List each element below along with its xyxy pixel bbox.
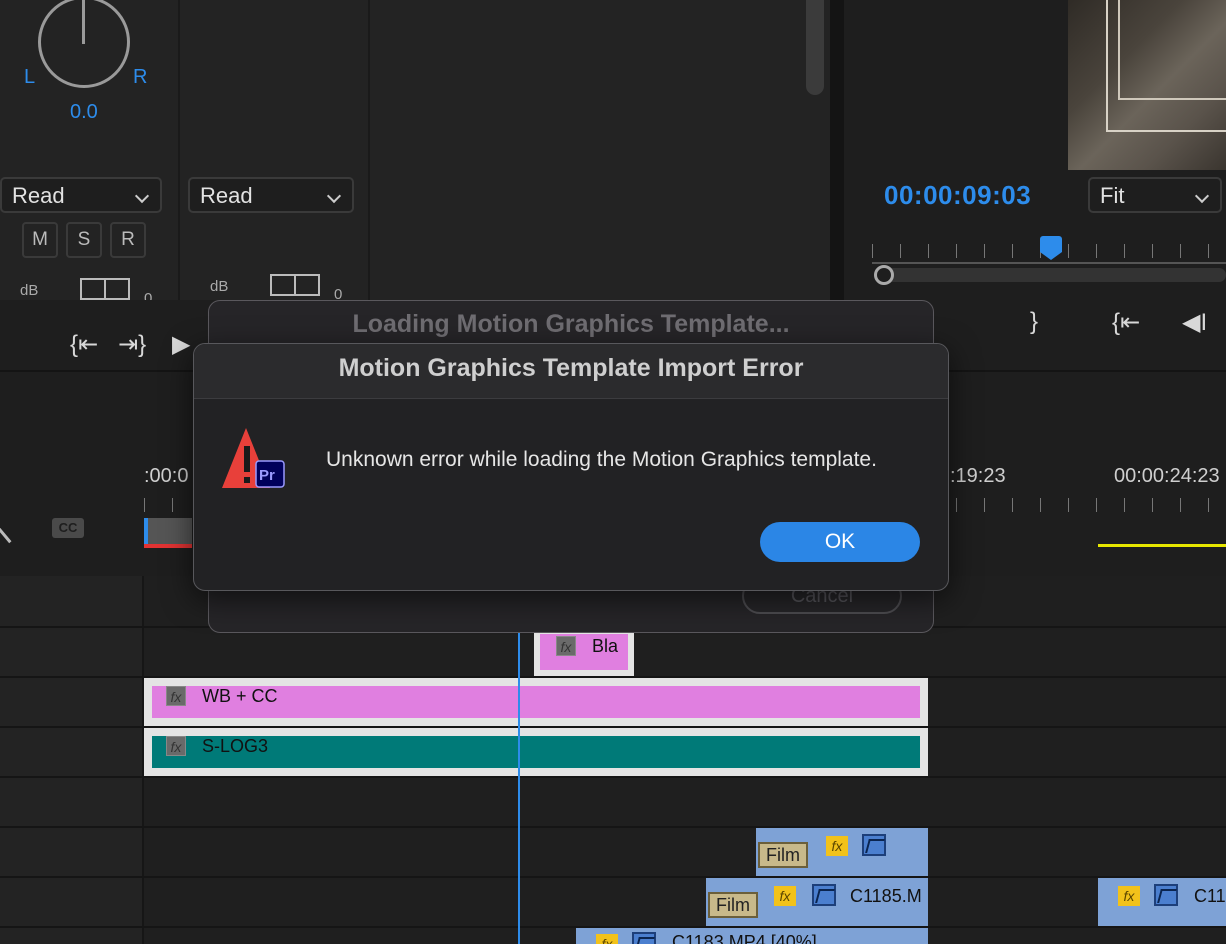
- transform-icon: [862, 834, 886, 856]
- mute-button[interactable]: M: [22, 222, 58, 258]
- clip-label: WB + CC: [202, 686, 278, 706]
- loading-dialog-title: Loading Motion Graphics Template...: [352, 310, 790, 338]
- clip-label: C1185.M: [850, 886, 922, 906]
- program-monitor-frame: [1068, 0, 1226, 170]
- fx-icon: fx: [1118, 886, 1140, 906]
- pan-right-label: R: [133, 66, 148, 88]
- mixer-scrollbar[interactable]: [806, 0, 824, 95]
- panel-separator: [830, 0, 844, 300]
- step-back-icon[interactable]: ◀I: [1182, 308, 1207, 337]
- pan-knob-indicator: [82, 0, 85, 44]
- ok-button[interactable]: OK: [760, 522, 920, 562]
- automation-mode-value: Read: [12, 183, 65, 208]
- timeline-ruler-label: :00:0: [144, 465, 189, 487]
- film-tag: Film: [708, 892, 758, 918]
- captions-icon[interactable]: CC: [52, 518, 84, 538]
- timeline-clip-wb-cc[interactable]: fx WB + CC: [144, 678, 928, 726]
- render-bar-red: [144, 544, 192, 548]
- pan-value[interactable]: 0.0: [70, 101, 98, 124]
- chevron-down-icon: [1194, 188, 1210, 204]
- track-divider: [0, 876, 1226, 878]
- dialog-title: Motion Graphics Template Import Error: [338, 354, 804, 382]
- db-label: dB: [210, 278, 229, 295]
- clip-label: Bla: [592, 636, 619, 656]
- automation-mode-value: Read: [200, 183, 253, 208]
- monitor-ruler-baseline: [872, 262, 1226, 264]
- work-area-bar[interactable]: [144, 518, 192, 544]
- clip-label: S-LOG3: [202, 736, 269, 756]
- clip-label: C11: [1194, 886, 1226, 906]
- db-label: dB: [20, 282, 39, 299]
- chevron-down-icon: [134, 188, 150, 204]
- fx-icon: fx: [166, 736, 186, 756]
- safe-margin-inner: [1118, 0, 1226, 100]
- go-to-in-icon[interactable]: {⇤: [70, 330, 98, 359]
- timeline-ruler-label: 00:00:24:23: [1114, 465, 1220, 487]
- monitor-playhead[interactable]: [1040, 236, 1062, 260]
- in-point-marker: [144, 518, 148, 546]
- timeline-clip-bla[interactable]: fx Bla: [534, 628, 634, 676]
- record-enable-button[interactable]: R: [110, 222, 146, 258]
- track-divider: [0, 826, 1226, 828]
- premiere-badge: Pr: [259, 467, 275, 484]
- chevron-down-icon: [326, 188, 342, 204]
- mixer-divider: [178, 0, 180, 300]
- monitor-zoom-scrollbar[interactable]: [884, 268, 1226, 282]
- go-to-out-icon[interactable]: ⇥}: [118, 330, 146, 359]
- warning-icon: [222, 428, 285, 488]
- transform-icon: [632, 932, 656, 944]
- mixer-divider: [368, 0, 370, 300]
- zoom-level-value: Fit: [1100, 183, 1125, 208]
- mark-out-icon[interactable]: }: [1030, 308, 1038, 336]
- fx-icon: fx: [556, 636, 576, 656]
- transform-icon: [1154, 884, 1178, 906]
- automation-mode-dropdown-2[interactable]: Read: [188, 177, 354, 213]
- solo-button[interactable]: S: [66, 222, 102, 258]
- timeline-clip-c11[interactable]: fx C11: [1098, 878, 1226, 926]
- scrollbar-handle[interactable]: [874, 265, 894, 285]
- fx-icon: fx: [596, 934, 618, 944]
- render-bar-yellow: [1098, 544, 1226, 547]
- timeline-clip-film-1[interactable]: Film fx: [756, 828, 928, 876]
- go-to-in-icon[interactable]: {⇤: [1112, 308, 1140, 337]
- transform-icon: [812, 884, 836, 906]
- timeline-clip-c1183[interactable]: fx C1183.MP4 [40%]: [576, 928, 928, 944]
- film-tag: Film: [758, 842, 808, 868]
- timeline-clip-s-log3[interactable]: fx S-LOG3: [144, 728, 928, 776]
- fx-icon: fx: [166, 686, 186, 706]
- playhead-timecode[interactable]: 00:00:09:03: [884, 180, 1031, 211]
- play-icon[interactable]: ▶: [172, 330, 190, 359]
- level-meter: [80, 278, 130, 300]
- track-divider: [0, 776, 1226, 778]
- track-headers: [0, 576, 144, 944]
- zoom-level-dropdown[interactable]: Fit: [1088, 177, 1222, 213]
- fx-icon: fx: [826, 836, 848, 856]
- automation-mode-dropdown-1[interactable]: Read: [0, 177, 162, 213]
- pan-left-label: L: [24, 66, 36, 88]
- error-message: Unknown error while loading the Motion G…: [326, 448, 877, 471]
- fx-icon: fx: [774, 886, 796, 906]
- level-meter: [270, 274, 320, 296]
- clip-label: C1183.MP4 [40%]: [672, 932, 817, 944]
- timeline-ruler-label: :19:23: [950, 465, 1006, 487]
- timeline-clip-c1185[interactable]: Film fx C1185.M: [706, 878, 928, 926]
